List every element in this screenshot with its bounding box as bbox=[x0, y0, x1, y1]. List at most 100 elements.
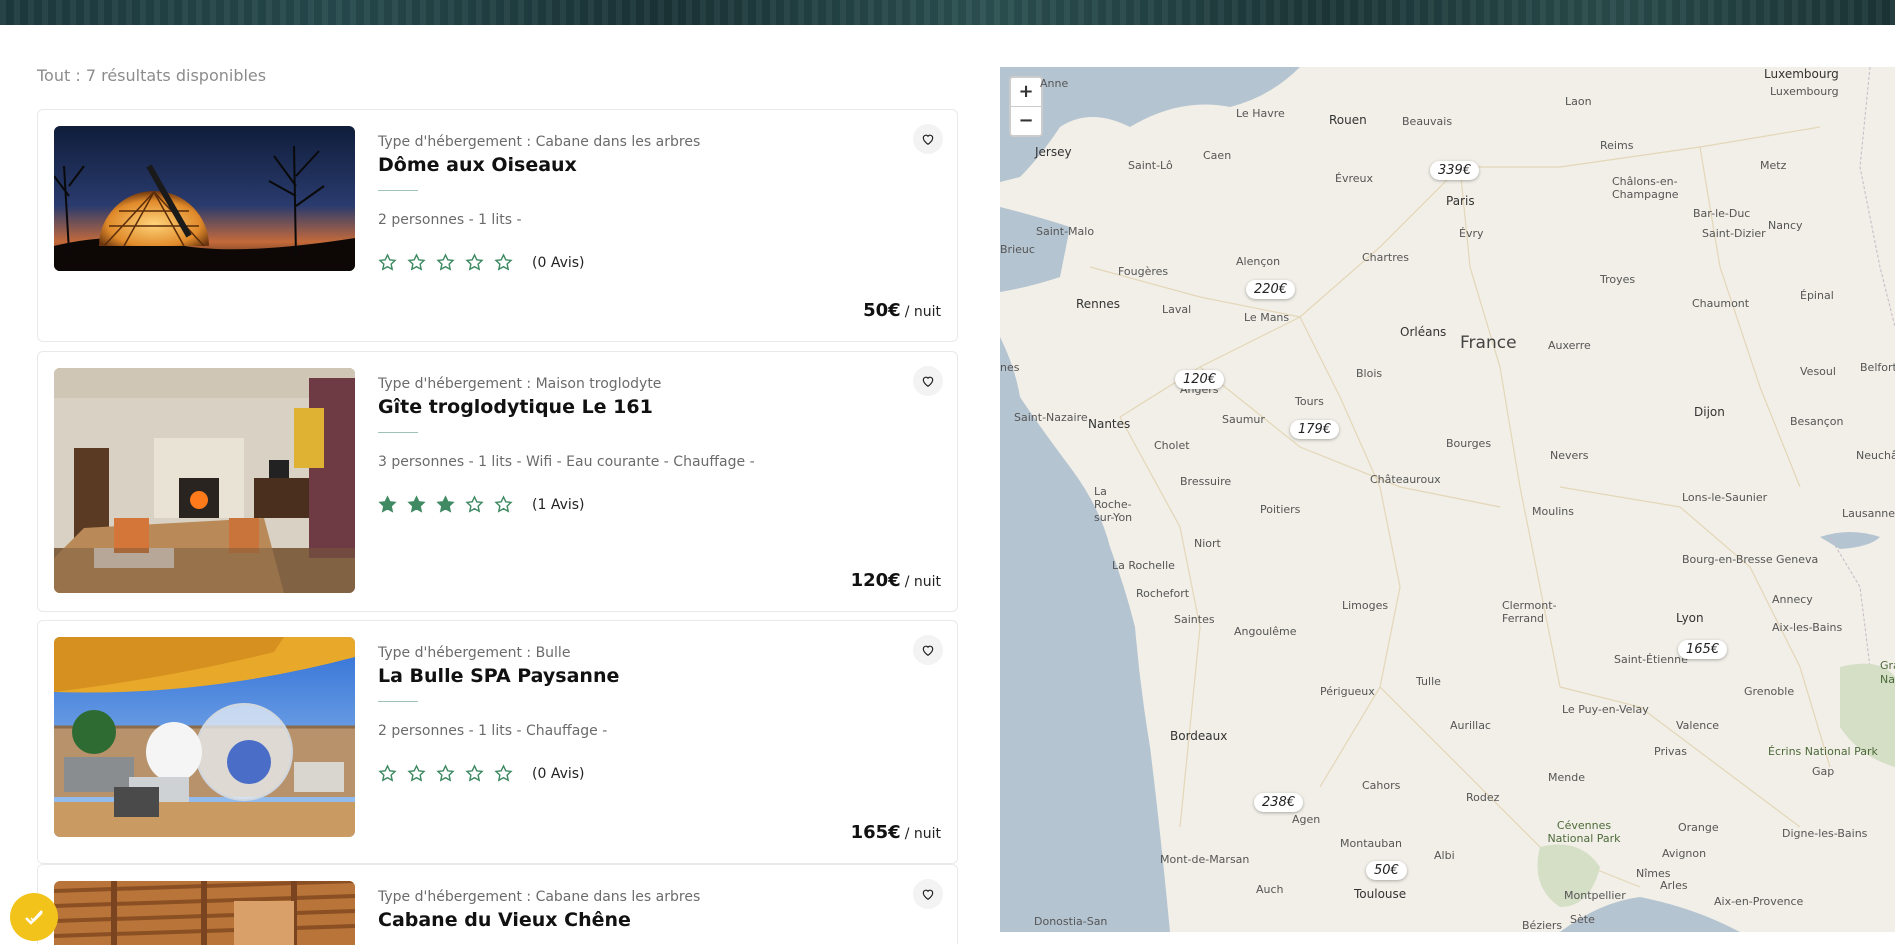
heart-icon bbox=[922, 376, 934, 387]
zoom-out-button[interactable]: − bbox=[1011, 107, 1041, 135]
map-label: Béziers bbox=[1522, 919, 1563, 932]
map-label: La Rochelle bbox=[1112, 559, 1175, 572]
listing-card[interactable]: Type d'hébergement : Bulle La Bulle SPA … bbox=[37, 620, 958, 864]
map-label: Troyes bbox=[1600, 273, 1636, 286]
map-label: Nantes bbox=[1088, 417, 1131, 431]
map-label: Besançon bbox=[1790, 415, 1844, 428]
results-map[interactable]: + − Luxembourg Luxembourg Anne Le Havre … bbox=[1000, 67, 1895, 932]
listing-card[interactable]: Type d'hébergement : Maison troglodyte G… bbox=[37, 351, 958, 612]
map-label: Orange bbox=[1678, 821, 1719, 834]
map-price-pin[interactable]: 220€ bbox=[1246, 280, 1296, 299]
map-label: Châteauroux bbox=[1370, 473, 1441, 486]
map-label: Caen bbox=[1203, 149, 1232, 162]
star-empty-icon bbox=[465, 253, 484, 271]
listing-title[interactable]: Gîte troglodytique Le 161 bbox=[378, 396, 653, 418]
listing-title[interactable]: La Bulle SPA Paysanne bbox=[378, 665, 619, 687]
price-unit: / nuit bbox=[904, 304, 941, 320]
map-price-pin[interactable]: 50€ bbox=[1366, 861, 1407, 880]
map-label: Annecy bbox=[1772, 593, 1813, 606]
map-label: Avignon bbox=[1662, 847, 1707, 860]
map-label: Cahors bbox=[1362, 779, 1401, 792]
map-label: Privas bbox=[1654, 745, 1687, 758]
listing-photo[interactable] bbox=[54, 126, 355, 271]
map-label: Saint-Lô bbox=[1128, 159, 1173, 172]
map-label: Laon bbox=[1565, 95, 1592, 108]
divider bbox=[378, 432, 418, 433]
map-price-pin[interactable]: 179€ bbox=[1290, 420, 1340, 439]
map-label: Luxembourg bbox=[1764, 67, 1839, 81]
map-label: Brieuc bbox=[1000, 243, 1035, 256]
map-label: Reims bbox=[1600, 139, 1634, 152]
map-label: Beauvais bbox=[1402, 115, 1453, 128]
map-label: Auxerre bbox=[1548, 339, 1591, 352]
listing-photo[interactable] bbox=[54, 881, 355, 945]
map-label: Digne-les-Bains bbox=[1782, 827, 1868, 840]
map-label: Lons-le-Saunier bbox=[1682, 491, 1768, 504]
map-label: Saint-Nazaire bbox=[1014, 411, 1088, 424]
listing-card[interactable]: Type d'hébergement : Cabane dans les arb… bbox=[37, 864, 958, 945]
star-empty-icon bbox=[494, 495, 513, 513]
favorite-button[interactable] bbox=[913, 124, 943, 154]
favorite-button[interactable] bbox=[913, 366, 943, 396]
map-label: Cholet bbox=[1154, 439, 1190, 452]
favorite-button[interactable] bbox=[913, 635, 943, 665]
listing-card[interactable]: Type d'hébergement : Cabane dans les arb… bbox=[37, 109, 958, 342]
map-label: Dijon bbox=[1694, 405, 1725, 419]
map-label: Auch bbox=[1256, 883, 1284, 896]
listing-photo[interactable] bbox=[54, 368, 355, 593]
map-label: Gra bbox=[1880, 659, 1895, 672]
favorite-button[interactable] bbox=[913, 879, 943, 909]
map-zoom-control: + − bbox=[1009, 76, 1043, 137]
map-label: Rochefort bbox=[1136, 587, 1190, 600]
listing-type: Type d'hébergement : Cabane dans les arb… bbox=[378, 889, 701, 905]
map-label: Aix-en-Provence bbox=[1714, 895, 1804, 908]
map-label: Nancy bbox=[1768, 219, 1803, 232]
price-unit: / nuit bbox=[904, 826, 941, 842]
map-label: Rennes bbox=[1076, 297, 1121, 311]
review-count: (1 Avis) bbox=[532, 496, 585, 513]
map-label: Arles bbox=[1660, 879, 1688, 892]
listing-photo[interactable] bbox=[54, 637, 355, 837]
map-label: Metz bbox=[1760, 159, 1787, 172]
map-price-pin[interactable]: 165€ bbox=[1678, 640, 1728, 659]
listing-features: 2 personnes - 1 lits - Chauffage - bbox=[378, 723, 608, 739]
map-label: La Roche-sur-Yon bbox=[1094, 485, 1133, 524]
zoom-in-button[interactable]: + bbox=[1011, 78, 1041, 107]
listing-price: 50€ / nuit bbox=[863, 300, 941, 321]
heart-icon bbox=[922, 889, 934, 900]
verified-badge-button[interactable] bbox=[10, 893, 58, 941]
map-label: Neuchât bbox=[1856, 449, 1895, 462]
map-label: Rodez bbox=[1466, 791, 1500, 804]
map-label: Grenoble bbox=[1744, 685, 1795, 698]
star-empty-icon bbox=[465, 495, 484, 513]
listing-title[interactable]: Cabane du Vieux Chêne bbox=[378, 909, 631, 931]
map-label: Le Mans bbox=[1244, 311, 1290, 324]
checkmark-icon bbox=[25, 910, 43, 925]
listing-title[interactable]: Dôme aux Oiseaux bbox=[378, 154, 577, 176]
heart-icon bbox=[922, 134, 934, 145]
map-label: Mont-de-Marsan bbox=[1160, 853, 1250, 866]
map-label: Rouen bbox=[1329, 113, 1367, 127]
map-label: Saumur bbox=[1222, 413, 1265, 426]
star-filled-icon bbox=[407, 495, 426, 513]
map-label: Sète bbox=[1570, 913, 1595, 926]
map-price-pin[interactable]: 120€ bbox=[1175, 370, 1225, 389]
star-empty-icon bbox=[436, 764, 455, 782]
review-count: (0 Avis) bbox=[532, 765, 585, 782]
map-label: nes bbox=[1000, 361, 1020, 374]
price-value: 165€ bbox=[850, 822, 901, 843]
map-price-pin[interactable]: 238€ bbox=[1254, 793, 1304, 812]
listing-features: 2 personnes - 1 lits - bbox=[378, 212, 522, 228]
listing-type: Type d'hébergement : Cabane dans les arb… bbox=[378, 134, 701, 150]
map-label: Moulins bbox=[1532, 505, 1575, 518]
map-label: Bordeaux bbox=[1170, 729, 1228, 743]
map-label: Bar-le-Duc bbox=[1693, 207, 1751, 220]
map-label: Vesoul bbox=[1800, 365, 1836, 378]
map-label: Luxembourg bbox=[1770, 85, 1839, 98]
map-label: Saint-Étienne bbox=[1614, 653, 1688, 666]
star-empty-icon bbox=[378, 764, 397, 782]
map-label: Aurillac bbox=[1450, 719, 1491, 732]
map-label: Limoges bbox=[1342, 599, 1389, 612]
map-price-pin[interactable]: 339€ bbox=[1430, 161, 1480, 180]
map-label: Écrins National Park bbox=[1768, 745, 1878, 758]
